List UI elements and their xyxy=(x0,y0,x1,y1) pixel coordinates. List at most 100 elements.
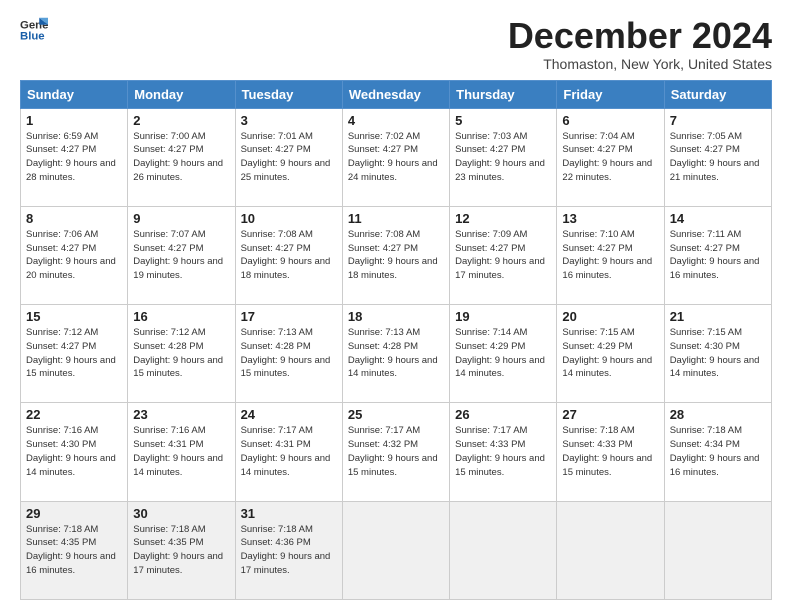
calendar-day-cell: 19 Sunrise: 7:14 AMSunset: 4:29 PMDayligh… xyxy=(450,305,557,403)
calendar-day-cell: 5 Sunrise: 7:03 AMSunset: 4:27 PMDaylight… xyxy=(450,108,557,206)
day-number: 28 xyxy=(670,407,766,422)
day-number: 8 xyxy=(26,211,122,226)
day-number: 31 xyxy=(241,506,337,521)
day-number: 15 xyxy=(26,309,122,324)
day-info: Sunrise: 7:15 AMSunset: 4:29 PMDaylight:… xyxy=(562,327,652,379)
calendar-day-cell: 9 Sunrise: 7:07 AMSunset: 4:27 PMDaylight… xyxy=(128,206,235,304)
calendar-day-cell: 6Sunrise: 7:04 AMSunset: 4:27 PMDaylight… xyxy=(557,108,664,206)
calendar-day-cell: 8 Sunrise: 7:06 AMSunset: 4:27 PMDaylight… xyxy=(21,206,128,304)
calendar-day-cell xyxy=(664,501,771,599)
calendar-body: 1 Sunrise: 6:59 AMSunset: 4:27 PMDaylight… xyxy=(21,108,772,599)
day-number: 20 xyxy=(562,309,658,324)
day-number: 18 xyxy=(348,309,444,324)
day-info: Sunrise: 7:09 AMSunset: 4:27 PMDaylight:… xyxy=(455,229,545,281)
calendar-day-cell: 14 Sunrise: 7:11 AMSunset: 4:27 PMDayligh… xyxy=(664,206,771,304)
day-number: 24 xyxy=(241,407,337,422)
calendar-day-cell: 28 Sunrise: 7:18 AMSunset: 4:34 PMDayligh… xyxy=(664,403,771,501)
day-number: 6 xyxy=(562,113,658,128)
calendar-day-cell: 21Sunrise: 7:15 AMSunset: 4:30 PMDayligh… xyxy=(664,305,771,403)
location: Thomaston, New York, United States xyxy=(508,56,772,72)
calendar-day-cell: 2Sunrise: 7:00 AMSunset: 4:27 PMDaylight… xyxy=(128,108,235,206)
day-number: 19 xyxy=(455,309,551,324)
day-number: 7 xyxy=(670,113,766,128)
day-info: Sunrise: 7:05 AMSunset: 4:27 PMDaylight:… xyxy=(670,131,760,183)
day-info: Sunrise: 7:16 AMSunset: 4:31 PMDaylight:… xyxy=(133,425,223,477)
calendar-day-cell: 27Sunrise: 7:18 AMSunset: 4:33 PMDayligh… xyxy=(557,403,664,501)
day-info: Sunrise: 7:12 AMSunset: 4:28 PMDaylight:… xyxy=(133,327,223,379)
calendar-day-cell: 16 Sunrise: 7:12 AMSunset: 4:28 PMDayligh… xyxy=(128,305,235,403)
calendar-day-cell: 23Sunrise: 7:16 AMSunset: 4:31 PMDayligh… xyxy=(128,403,235,501)
day-info: Sunrise: 7:14 AMSunset: 4:29 PMDaylight:… xyxy=(455,327,545,379)
calendar-week-row: 22Sunrise: 7:16 AMSunset: 4:30 PMDayligh… xyxy=(21,403,772,501)
day-info: Sunrise: 7:12 AMSunset: 4:27 PMDaylight:… xyxy=(26,327,116,379)
day-header: Friday xyxy=(557,80,664,108)
day-number: 12 xyxy=(455,211,551,226)
calendar-table: SundayMondayTuesdayWednesdayThursdayFrid… xyxy=(20,80,772,600)
day-info: Sunrise: 7:13 AMSunset: 4:28 PMDaylight:… xyxy=(241,327,331,379)
day-info: Sunrise: 7:17 AMSunset: 4:33 PMDaylight:… xyxy=(455,425,545,477)
calendar-day-cell xyxy=(342,501,449,599)
calendar-day-cell: 15 Sunrise: 7:12 AMSunset: 4:27 PMDayligh… xyxy=(21,305,128,403)
calendar-day-cell xyxy=(557,501,664,599)
day-header: Monday xyxy=(128,80,235,108)
day-number: 29 xyxy=(26,506,122,521)
day-number: 26 xyxy=(455,407,551,422)
calendar-day-cell: 1 Sunrise: 6:59 AMSunset: 4:27 PMDaylight… xyxy=(21,108,128,206)
day-info: Sunrise: 7:16 AMSunset: 4:30 PMDaylight:… xyxy=(26,425,116,477)
day-info: Sunrise: 7:07 AMSunset: 4:27 PMDaylight:… xyxy=(133,229,223,281)
day-info: Sunrise: 7:06 AMSunset: 4:27 PMDaylight:… xyxy=(26,229,116,281)
day-number: 11 xyxy=(348,211,444,226)
day-number: 13 xyxy=(562,211,658,226)
day-info: Sunrise: 7:08 AMSunset: 4:27 PMDaylight:… xyxy=(241,229,331,281)
day-number: 16 xyxy=(133,309,229,324)
day-number: 5 xyxy=(455,113,551,128)
day-number: 27 xyxy=(562,407,658,422)
calendar-day-cell: 13 Sunrise: 7:10 AMSunset: 4:27 PMDayligh… xyxy=(557,206,664,304)
day-info: Sunrise: 7:01 AMSunset: 4:27 PMDaylight:… xyxy=(241,131,331,183)
calendar-day-cell: 24Sunrise: 7:17 AMSunset: 4:31 PMDayligh… xyxy=(235,403,342,501)
calendar-day-cell: 17 Sunrise: 7:13 AMSunset: 4:28 PMDayligh… xyxy=(235,305,342,403)
calendar-week-row: 15 Sunrise: 7:12 AMSunset: 4:27 PMDayligh… xyxy=(21,305,772,403)
day-number: 14 xyxy=(670,211,766,226)
day-number: 2 xyxy=(133,113,229,128)
calendar-day-cell: 29 Sunrise: 7:18 AMSunset: 4:35 PMDayligh… xyxy=(21,501,128,599)
day-info: Sunrise: 7:18 AMSunset: 4:34 PMDaylight:… xyxy=(670,425,760,477)
day-header: Tuesday xyxy=(235,80,342,108)
calendar-day-cell: 20 Sunrise: 7:15 AMSunset: 4:29 PMDayligh… xyxy=(557,305,664,403)
day-info: Sunrise: 7:18 AMSunset: 4:35 PMDaylight:… xyxy=(133,524,223,576)
day-info: Sunrise: 7:18 AMSunset: 4:36 PMDaylight:… xyxy=(241,524,331,576)
day-number: 25 xyxy=(348,407,444,422)
calendar-day-cell: 4 Sunrise: 7:02 AMSunset: 4:27 PMDaylight… xyxy=(342,108,449,206)
calendar-week-row: 29 Sunrise: 7:18 AMSunset: 4:35 PMDayligh… xyxy=(21,501,772,599)
day-number: 1 xyxy=(26,113,122,128)
day-header: Wednesday xyxy=(342,80,449,108)
calendar-week-row: 1 Sunrise: 6:59 AMSunset: 4:27 PMDaylight… xyxy=(21,108,772,206)
day-number: 9 xyxy=(133,211,229,226)
day-info: Sunrise: 7:18 AMSunset: 4:35 PMDaylight:… xyxy=(26,524,116,576)
day-info: Sunrise: 7:02 AMSunset: 4:27 PMDaylight:… xyxy=(348,131,438,183)
calendar-day-cell: 31 Sunrise: 7:18 AMSunset: 4:36 PMDayligh… xyxy=(235,501,342,599)
calendar-day-cell: 10 Sunrise: 7:08 AMSunset: 4:27 PMDayligh… xyxy=(235,206,342,304)
day-info: Sunrise: 6:59 AMSunset: 4:27 PMDaylight:… xyxy=(26,131,116,183)
calendar-day-cell xyxy=(450,501,557,599)
calendar-day-cell: 3 Sunrise: 7:01 AMSunset: 4:27 PMDaylight… xyxy=(235,108,342,206)
day-number: 4 xyxy=(348,113,444,128)
calendar-week-row: 8 Sunrise: 7:06 AMSunset: 4:27 PMDaylight… xyxy=(21,206,772,304)
day-info: Sunrise: 7:10 AMSunset: 4:27 PMDaylight:… xyxy=(562,229,652,281)
month-title: December 2024 xyxy=(508,16,772,56)
day-number: 3 xyxy=(241,113,337,128)
day-number: 10 xyxy=(241,211,337,226)
logo: General Blue xyxy=(20,16,48,44)
calendar-day-cell: 11 Sunrise: 7:08 AMSunset: 4:27 PMDayligh… xyxy=(342,206,449,304)
calendar-day-cell: 18 Sunrise: 7:13 AMSunset: 4:28 PMDayligh… xyxy=(342,305,449,403)
day-info: Sunrise: 7:13 AMSunset: 4:28 PMDaylight:… xyxy=(348,327,438,379)
day-number: 17 xyxy=(241,309,337,324)
day-info: Sunrise: 7:03 AMSunset: 4:27 PMDaylight:… xyxy=(455,131,545,183)
day-header: Saturday xyxy=(664,80,771,108)
day-info: Sunrise: 7:08 AMSunset: 4:27 PMDaylight:… xyxy=(348,229,438,281)
day-info: Sunrise: 7:15 AMSunset: 4:30 PMDaylight:… xyxy=(670,327,760,379)
logo-icon: General Blue xyxy=(20,16,48,44)
calendar-day-cell: 12 Sunrise: 7:09 AMSunset: 4:27 PMDayligh… xyxy=(450,206,557,304)
title-block: December 2024 Thomaston, New York, Unite… xyxy=(508,16,772,72)
day-info: Sunrise: 7:11 AMSunset: 4:27 PMDaylight:… xyxy=(670,229,760,281)
